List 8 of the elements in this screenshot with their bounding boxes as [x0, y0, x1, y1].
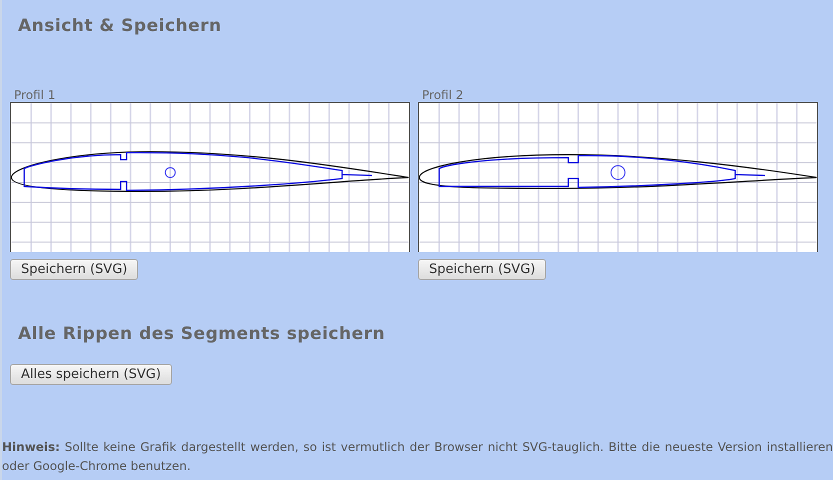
- hint-text: Hinweis: Sollte keine Grafik dargestellt werden, so ist vermutlich der Browser nicht SVG-tauglich. Bitte die neueste Version installieren oder Google-Chrome benutzen.: [2, 439, 833, 475]
- save-svg-button[interactable]: Speichern (SVG): [10, 259, 138, 280]
- save-all-button[interactable]: Alles speichern (SVG): [10, 364, 172, 385]
- save-svg-button[interactable]: Speichern (SVG): [418, 259, 546, 280]
- section-heading: Ansicht & Speichern: [18, 16, 223, 36]
- profile-label: Profil 1: [13, 88, 56, 102]
- section-heading: Alle Rippen des Segments speichern: [18, 324, 386, 345]
- profile-label: Profil 2: [421, 88, 464, 102]
